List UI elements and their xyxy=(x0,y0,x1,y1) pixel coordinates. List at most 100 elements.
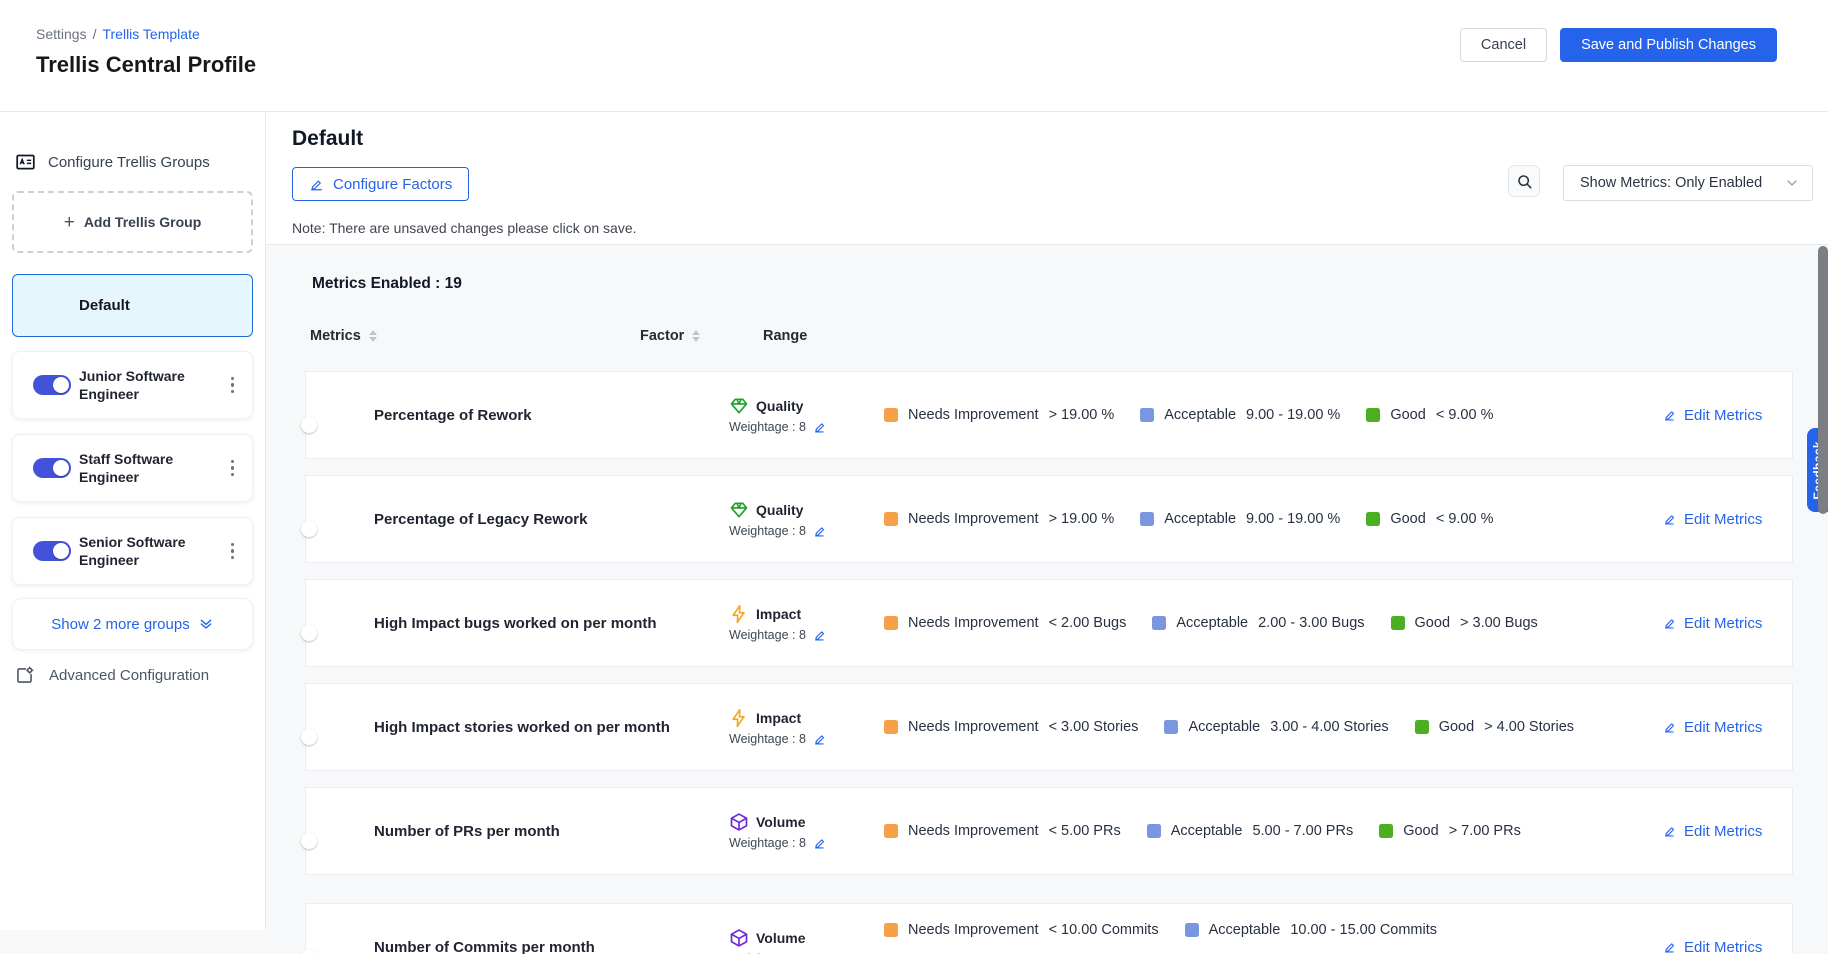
edit-metrics-link[interactable]: Edit Metrics xyxy=(1651,939,1792,954)
range-color-swatch xyxy=(1164,720,1178,734)
kebab-menu-icon[interactable] xyxy=(227,373,239,398)
range-value: 5.00 - 7.00 PRs xyxy=(1252,823,1353,839)
configure-factors-button[interactable]: Configure Factors xyxy=(292,167,469,201)
kebab-menu-icon[interactable] xyxy=(227,456,239,481)
group-toggle[interactable] xyxy=(33,541,71,561)
sidebar-item-default[interactable]: Default xyxy=(12,274,253,337)
group-card[interactable]: Senior Software Engineer xyxy=(12,517,253,585)
id-badge-icon xyxy=(14,152,37,173)
edit-metrics-label: Edit Metrics xyxy=(1684,939,1762,954)
range-label: Acceptable xyxy=(1171,823,1243,839)
range-label: Good xyxy=(1390,511,1425,527)
save-and-publish-button[interactable]: Save and Publish Changes xyxy=(1560,28,1777,62)
edit-metrics-label: Edit Metrics xyxy=(1684,823,1762,840)
range-color-swatch xyxy=(1415,720,1429,734)
range-cell: Needs Improvement< 2.00 BugsAcceptable2.… xyxy=(884,615,1651,631)
table-column-headers: Metrics Factor Range xyxy=(305,328,1793,344)
bolt-icon xyxy=(729,604,749,624)
add-trellis-group-button[interactable]: + Add Trellis Group xyxy=(12,191,253,253)
group-card[interactable]: Staff Software Engineer xyxy=(12,434,253,502)
advanced-configuration-link[interactable]: Advanced Configuration xyxy=(12,665,253,686)
range-value: < 3.00 Stories xyxy=(1049,719,1139,735)
edit-weightage-icon[interactable] xyxy=(813,628,827,642)
chevron-down-icon xyxy=(1784,175,1800,191)
bolt-icon xyxy=(729,708,749,728)
configure-factors-label: Configure Factors xyxy=(333,176,452,193)
edit-weightage-icon[interactable] xyxy=(813,732,827,746)
range-label: Acceptable xyxy=(1188,719,1260,735)
range-label: Good xyxy=(1403,823,1438,839)
range-color-swatch xyxy=(1391,616,1405,630)
cube-icon xyxy=(729,812,749,832)
table-controls: Show Metrics: Only Enabled xyxy=(1508,165,1813,201)
show-more-groups-button[interactable]: Show 2 more groups xyxy=(12,598,253,650)
metric-name: Percentage of Legacy Rework xyxy=(374,511,729,528)
metric-name: Percentage of Rework xyxy=(374,407,729,424)
group-label: Staff Software Engineer xyxy=(79,450,219,486)
default-group-label: Default xyxy=(79,297,130,314)
range-label: Needs Improvement xyxy=(908,922,1039,938)
edit-metrics-link[interactable]: Edit Metrics xyxy=(1651,615,1792,632)
advanced-configuration-icon xyxy=(14,665,35,686)
metric-row: Percentage of ReworkQualityWeightage : 8… xyxy=(305,371,1793,459)
range-color-swatch xyxy=(884,616,898,630)
edit-pencil-icon xyxy=(1663,616,1677,630)
range-value: 9.00 - 19.00 % xyxy=(1246,407,1340,423)
metrics-table-area: Metrics Enabled : 19 Metrics Factor Rang… xyxy=(266,245,1828,954)
range-label: Acceptable xyxy=(1164,407,1236,423)
kebab-menu-icon[interactable] xyxy=(227,539,239,564)
range-value: > 19.00 % xyxy=(1049,407,1115,423)
edit-weightage-icon[interactable] xyxy=(813,420,827,434)
range-value: < 9.00 % xyxy=(1436,407,1494,423)
advanced-configuration-label: Advanced Configuration xyxy=(49,667,209,684)
range-label: Needs Improvement xyxy=(908,407,1039,423)
metrics-enabled-count: Metrics Enabled : 19 xyxy=(305,275,1793,293)
edit-weightage-icon[interactable] xyxy=(813,836,827,850)
range-label: Acceptable xyxy=(1164,511,1236,527)
column-header-factor[interactable]: Factor xyxy=(640,328,763,344)
range-chip: Acceptable10.00 - 15.00 Commits xyxy=(1185,922,1437,938)
range-chip: Good< 9.00 % xyxy=(1366,511,1493,527)
range-color-swatch xyxy=(1379,824,1393,838)
range-chip: Needs Improvement > 19.00 % xyxy=(884,407,1114,423)
edit-metrics-link[interactable]: Edit Metrics xyxy=(1651,719,1792,736)
range-color-swatch xyxy=(884,512,898,526)
range-label: Needs Improvement xyxy=(908,823,1039,839)
range-cell: Needs Improvement > 19.00 % Acceptable 9.00… xyxy=(884,407,1651,423)
range-chip: Needs Improvement> 19.00 % xyxy=(884,511,1114,527)
edit-weightage-icon[interactable] xyxy=(813,524,827,538)
column-header-metrics[interactable]: Metrics xyxy=(310,328,640,344)
edit-metrics-link[interactable]: Edit Metrics xyxy=(1651,823,1792,840)
breadcrumb-trellis-template[interactable]: Trellis Template xyxy=(102,26,199,42)
vertical-scrollbar[interactable] xyxy=(1818,246,1828,514)
range-chip: Acceptable 9.00 - 19.00 % xyxy=(1140,407,1340,423)
range-cell: Needs Improvement> 19.00 %Acceptable9.00… xyxy=(884,511,1651,527)
breadcrumb-settings[interactable]: Settings xyxy=(36,26,87,42)
range-value: > 4.00 Stories xyxy=(1484,719,1574,735)
page-header: Settings / Trellis Template Trellis Cent… xyxy=(0,0,1828,112)
edit-pencil-icon xyxy=(1663,940,1677,954)
range-chip: Acceptable2.00 - 3.00 Bugs xyxy=(1152,615,1364,631)
metric-name: High Impact bugs worked on per month xyxy=(374,615,729,632)
range-label: Good xyxy=(1415,615,1450,631)
app-root: Settings / Trellis Template Trellis Cent… xyxy=(0,0,1828,954)
edit-metrics-link[interactable]: Edit Metrics xyxy=(1651,511,1792,528)
range-color-swatch xyxy=(884,923,898,937)
edit-pencil-icon xyxy=(1663,512,1677,526)
factor-name: Quality xyxy=(756,398,803,414)
range-value: 2.00 - 3.00 Bugs xyxy=(1258,615,1364,631)
sort-icon[interactable] xyxy=(369,330,377,342)
group-title: Default xyxy=(292,126,1828,152)
group-card[interactable]: Junior Software Engineer xyxy=(12,351,253,419)
edit-metrics-link[interactable]: Edit Metrics xyxy=(1651,407,1792,424)
plus-icon: + xyxy=(64,213,75,232)
group-toggle[interactable] xyxy=(33,458,71,478)
range-chip: Acceptable3.00 - 4.00 Stories xyxy=(1164,719,1388,735)
sort-icon[interactable] xyxy=(692,330,700,342)
cancel-button[interactable]: Cancel xyxy=(1460,28,1547,62)
group-toggle[interactable] xyxy=(33,375,71,395)
range-chip: Good< 9.00 % xyxy=(1366,407,1493,423)
search-button[interactable] xyxy=(1508,165,1540,197)
show-metrics-dropdown[interactable]: Show Metrics: Only Enabled xyxy=(1563,165,1813,201)
edit-metrics-label: Edit Metrics xyxy=(1684,511,1762,528)
